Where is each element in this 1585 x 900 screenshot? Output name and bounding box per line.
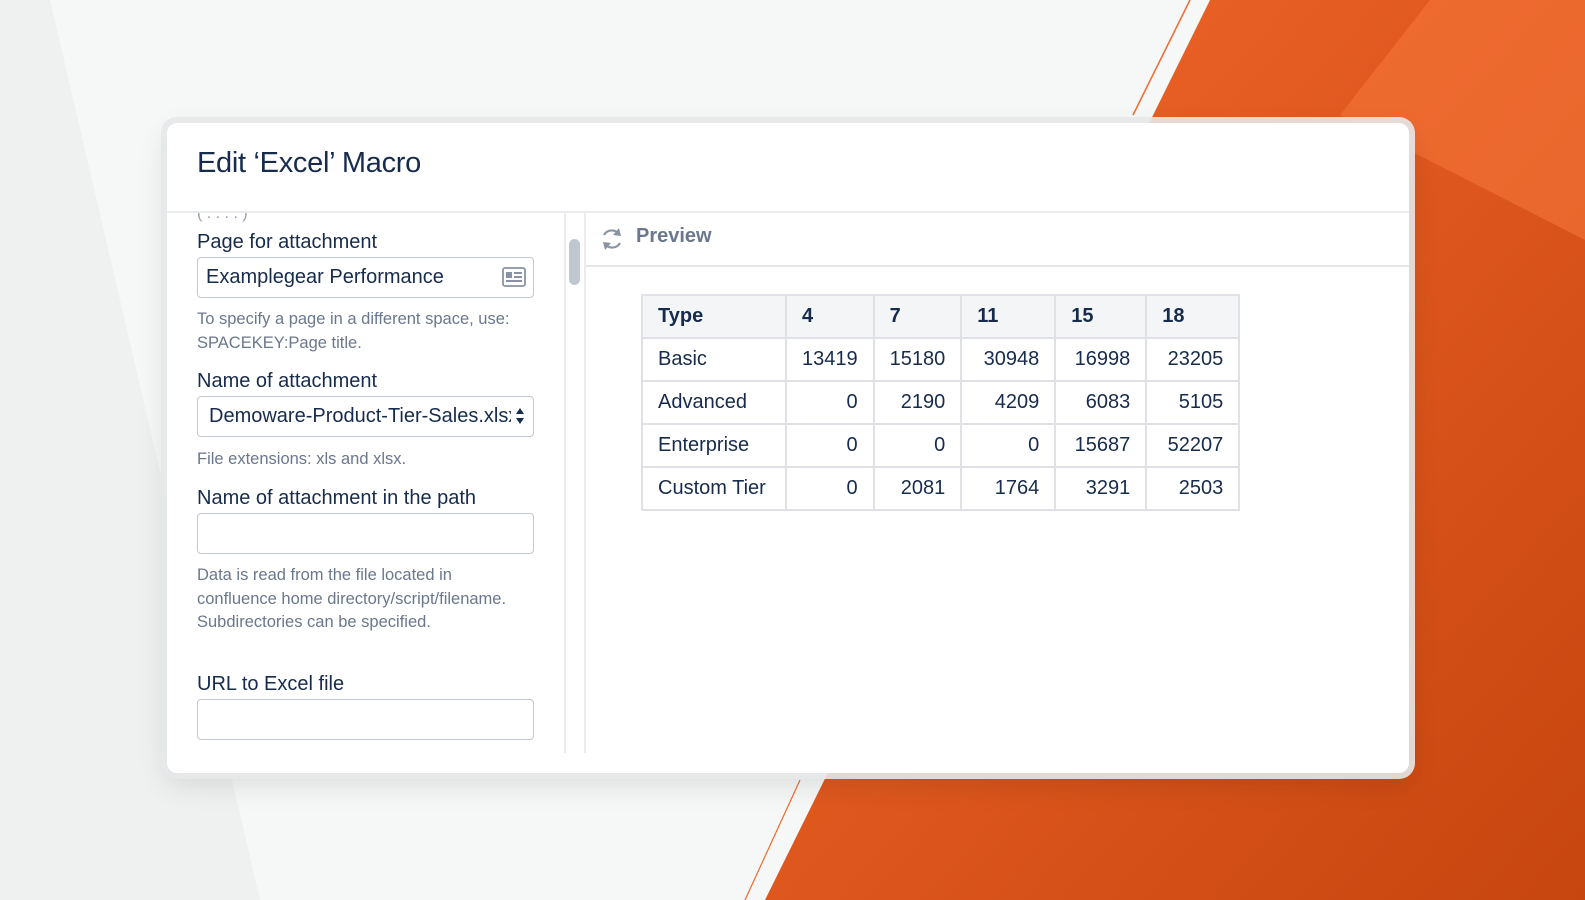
name-in-path-help: Data is read from the file located in co…	[197, 566, 507, 631]
pane-divider	[584, 213, 586, 753]
column-header: Type	[641, 294, 787, 339]
table-cell: 2081	[872, 466, 963, 511]
macro-parameters-panel: ( . . . . ) Page for attachment Exampleg…	[167, 213, 565, 753]
table-cell: 3291	[1054, 466, 1148, 511]
refresh-icon[interactable]	[600, 226, 624, 257]
table-cell: 15687	[1054, 423, 1148, 468]
table-row: Advanced 0 2190 4209 6083 5105	[641, 380, 1241, 425]
preview-header: Preview	[586, 213, 1409, 267]
table-cell: 13419	[785, 337, 875, 382]
table-cell: 15180	[872, 337, 963, 382]
table-cell: Custom Tier	[641, 466, 787, 511]
table-row: Basic 13419 15180 30948 16998 23205	[641, 337, 1241, 382]
table-cell: 5105	[1145, 380, 1241, 425]
page-for-attachment-value: Examplegear Performance	[206, 266, 444, 288]
table-cell: 4209	[960, 380, 1057, 425]
column-header: 15	[1054, 294, 1148, 339]
select-arrows-icon	[515, 406, 525, 431]
table-cell: Enterprise	[641, 423, 787, 468]
table-cell: 0	[785, 423, 875, 468]
table-cell: 16998	[1054, 337, 1148, 382]
page-picker-icon[interactable]	[502, 267, 526, 292]
edit-macro-dialog: Edit ‘Excel’ Macro ( . . . . ) Page for …	[167, 123, 1409, 773]
table-cell: 2503	[1145, 466, 1241, 511]
table-cell: Basic	[641, 337, 787, 382]
name-of-attachment-label: Name of attachment	[197, 370, 378, 392]
column-header: 11	[960, 294, 1057, 339]
column-header: 4	[785, 294, 875, 339]
column-header: 18	[1145, 294, 1241, 339]
table-header-row: Type 4 7 11 15 18	[641, 294, 1241, 339]
scrollbar-track-left	[564, 213, 566, 753]
table-row: Enterprise 0 0 0 15687 52207	[641, 423, 1241, 468]
url-to-excel-input[interactable]	[197, 699, 534, 740]
table-cell: 6083	[1054, 380, 1148, 425]
table-cell: 0	[785, 380, 875, 425]
page-for-attachment-input[interactable]: Examplegear Performance	[197, 257, 534, 298]
url-to-excel-label: URL to Excel file	[197, 673, 345, 695]
table-cell: 1764	[960, 466, 1057, 511]
table-row: Custom Tier 0 2081 1764 3291 2503	[641, 466, 1241, 511]
scrollbar-thumb[interactable]	[569, 239, 580, 285]
table-cell: 0	[872, 423, 963, 468]
table-cell: 2190	[872, 380, 963, 425]
table-cell: Advanced	[641, 380, 787, 425]
table-cell: 30948	[960, 337, 1057, 382]
name-of-attachment-help: File extensions: xls and xlsx.	[197, 450, 407, 468]
name-of-attachment-select[interactable]: Demoware-Product-Tier-Sales.xlsx	[197, 396, 534, 437]
preview-table: Type 4 7 11 15 18 Basic 13419 15180 3094…	[641, 294, 1241, 511]
table-cell: 52207	[1145, 423, 1241, 468]
page-for-attachment-help: To specify a page in a different space, …	[197, 310, 510, 352]
table-cell: 23205	[1145, 337, 1241, 382]
preview-label: Preview	[636, 225, 712, 247]
clipped-previous-help: ( . . . . )	[197, 213, 248, 222]
name-in-path-input[interactable]	[197, 513, 534, 554]
table-cell: 0	[785, 466, 875, 511]
page-for-attachment-label: Page for attachment	[197, 231, 378, 253]
column-header: 7	[872, 294, 963, 339]
name-in-path-label: Name of attachment in the path	[197, 487, 477, 509]
dialog-title: Edit ‘Excel’ Macro	[197, 147, 421, 179]
name-of-attachment-value: Demoware-Product-Tier-Sales.xlsx	[209, 405, 511, 427]
table-cell: 0	[960, 423, 1057, 468]
